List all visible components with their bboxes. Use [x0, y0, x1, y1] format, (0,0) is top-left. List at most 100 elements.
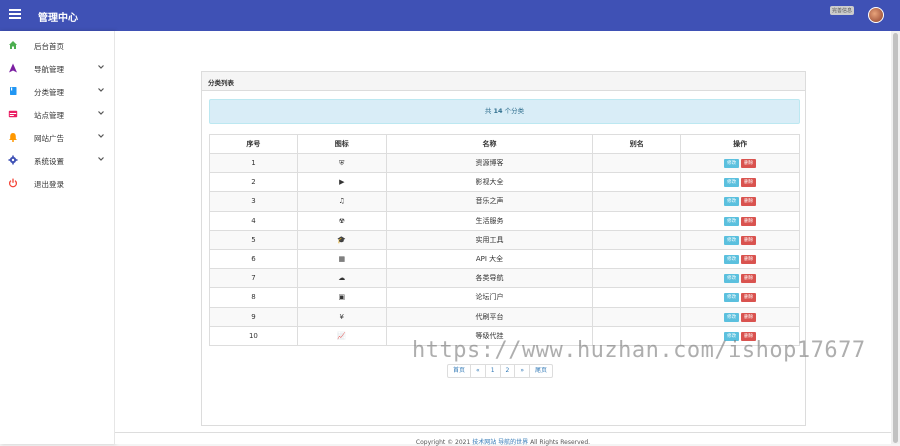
cell-id: 3 — [209, 191, 298, 212]
delete-button[interactable]: 删除 — [741, 255, 757, 265]
delete-button[interactable]: 删除 — [741, 197, 757, 207]
page-next[interactable]: » — [515, 365, 531, 377]
sidebar-item-label: 退出登录 — [34, 180, 64, 189]
panel-header: 分类列表 — [202, 72, 805, 91]
column-header-id: 序号 — [209, 134, 298, 154]
sidebar-item-label: 网站广告 — [34, 134, 64, 143]
sidebar-item-settings[interactable]: 系统设置 — [0, 149, 115, 172]
power-icon — [8, 178, 18, 188]
footer-link[interactable]: 技术网站 导航的世界 — [472, 439, 528, 446]
chevron-down-icon — [97, 109, 105, 117]
edit-button[interactable]: 修改 — [724, 255, 740, 265]
edit-button[interactable]: 修改 — [724, 159, 740, 169]
cell-name: 资源博客 — [385, 152, 594, 174]
file-icon: ▣ — [338, 293, 346, 302]
cell-actions: 修改 删除 — [680, 306, 800, 327]
table-row: 3 ♫ 音乐之声 修改 删除 — [209, 191, 800, 212]
page-1[interactable]: 1 — [486, 365, 501, 377]
cell-id: 9 — [209, 306, 298, 327]
cell-alias — [592, 229, 682, 250]
sidebar-item-label: 分类管理 — [34, 88, 64, 97]
delete-button[interactable]: 删除 — [741, 178, 757, 188]
delete-button[interactable]: 删除 — [741, 159, 757, 169]
category-count-alert: 共 14 个分类 — [209, 99, 800, 124]
delete-button[interactable]: 删除 — [741, 293, 757, 303]
page-first[interactable]: 首页 — [448, 365, 472, 377]
vertical-scrollbar[interactable] — [891, 31, 900, 444]
chevron-down-icon — [97, 63, 105, 71]
edit-button[interactable]: 修改 — [724, 293, 740, 303]
edit-button[interactable]: 修改 — [724, 178, 740, 188]
cell-name: API 大全 — [385, 248, 594, 270]
web-icon — [8, 109, 18, 119]
cell-name: 影视大全 — [385, 172, 594, 193]
cell-actions: 修改 删除 — [680, 210, 800, 231]
summary-suffix: 个分类 — [504, 107, 525, 115]
cell-name: 代刷平台 — [385, 306, 594, 327]
cell-actions: 修改 删除 — [680, 268, 800, 289]
delete-button[interactable]: 删除 — [741, 216, 757, 226]
sidebar-item-navigation[interactable]: 导航管理 — [0, 57, 115, 80]
delete-button[interactable]: 删除 — [741, 235, 757, 245]
sidebar-item-sites[interactable]: 站点管理 — [0, 103, 115, 126]
user-badge[interactable]: 完善信息 — [829, 6, 854, 15]
chart-line-icon: 📈 — [337, 331, 347, 340]
scrollbar-thumb[interactable] — [893, 33, 898, 443]
cell-icon: ♫ — [296, 191, 387, 212]
gear-icon — [8, 155, 18, 165]
sidebar-item-logout[interactable]: 退出登录 — [0, 172, 115, 195]
cell-id: 1 — [209, 152, 298, 174]
chevron-down-icon — [97, 86, 105, 94]
cell-icon: ⛨ — [296, 152, 387, 174]
sidebar-item-label: 导航管理 — [34, 65, 64, 74]
cell-alias — [592, 152, 682, 174]
cell-id: 8 — [209, 287, 298, 308]
column-header-actions: 操作 — [680, 134, 800, 154]
sidebar-item-label: 系统设置 — [34, 157, 64, 166]
top-app-bar: 管理中心 完善信息 — [0, 0, 900, 31]
cell-actions: 修改 删除 — [680, 248, 800, 270]
cell-actions: 修改 删除 — [680, 287, 800, 308]
bell-icon — [8, 132, 18, 142]
grid-icon: ▦ — [338, 255, 346, 264]
cell-id: 7 — [209, 268, 298, 289]
cell-icon: 🎓 — [296, 229, 387, 250]
sidebar: 后台首页 导航管理 分类管理 站点管理 网站广告 系统设置 退出登录 — [0, 31, 115, 444]
table-row: 8 ▣ 论坛门户 修改 删除 — [209, 287, 800, 308]
sidebar-item-home[interactable]: 后台首页 — [0, 34, 115, 57]
edit-button[interactable]: 修改 — [724, 197, 740, 207]
delete-button[interactable]: 删除 — [741, 312, 757, 322]
book-icon — [8, 86, 18, 96]
cell-alias — [592, 306, 682, 327]
cloud-icon: ☁ — [338, 274, 346, 283]
cell-actions: 修改 删除 — [680, 172, 800, 193]
cell-icon: ☁ — [296, 268, 387, 289]
footer-divider — [115, 432, 891, 433]
cell-alias — [592, 191, 682, 212]
edit-button[interactable]: 修改 — [724, 235, 740, 245]
avatar[interactable] — [868, 7, 884, 23]
chevron-down-icon — [97, 132, 105, 140]
edit-button[interactable]: 修改 — [724, 216, 740, 226]
cell-id: 10 — [209, 325, 298, 346]
sidebar-item-label: 站点管理 — [34, 111, 64, 120]
cell-icon: ▣ — [296, 287, 387, 308]
biohazard-icon: ☢ — [338, 216, 345, 225]
edit-button[interactable]: 修改 — [724, 312, 740, 322]
sidebar-item-ads[interactable]: 网站广告 — [0, 126, 115, 149]
table-row: 9 ¥ 代刷平台 修改 删除 — [209, 306, 800, 327]
cell-actions: 修改 删除 — [680, 191, 800, 212]
edit-button[interactable]: 修改 — [724, 274, 740, 284]
page-2[interactable]: 2 — [501, 365, 516, 377]
category-table: 序号 图标 名称 别名 操作 1 ⛨ 资源博客 修改 删除 2 ▶ 影视大全 修改 删除 3 ♫ 音乐之… — [209, 134, 800, 346]
page-prev[interactable]: « — [471, 365, 486, 377]
sidebar-item-category[interactable]: 分类管理 — [0, 80, 115, 103]
cell-alias — [592, 287, 682, 308]
cell-id: 5 — [209, 229, 298, 250]
page-last[interactable]: 尾页 — [530, 365, 552, 377]
music-icon: ♫ — [338, 197, 345, 206]
table-row: 1 ⛨ 资源博客 修改 删除 — [209, 152, 800, 174]
summary-count: 14 — [493, 107, 503, 115]
hamburger-menu-icon[interactable] — [9, 9, 21, 21]
delete-button[interactable]: 删除 — [741, 274, 757, 284]
